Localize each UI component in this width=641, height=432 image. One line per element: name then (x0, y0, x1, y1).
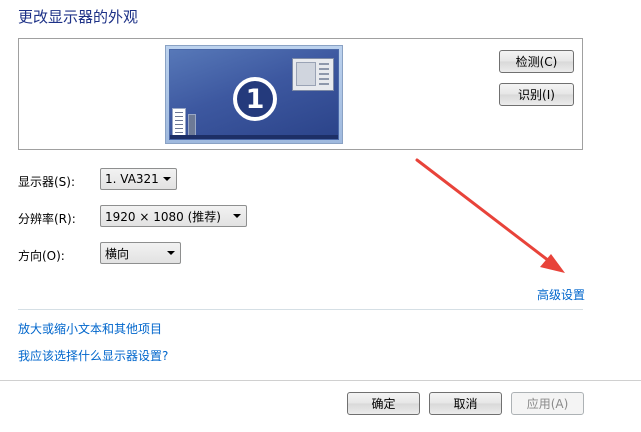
detect-button[interactable]: 检测(C) (499, 50, 574, 73)
page-title: 更改显示器的外观 (18, 8, 139, 26)
footer-divider (0, 380, 641, 381)
advanced-settings-link[interactable]: 高级设置 (537, 286, 585, 303)
resolution-select-value: 1920 × 1080 (推荐) (105, 209, 221, 224)
monitor-screen: 1 (169, 49, 339, 140)
enlarge-text-link[interactable]: 放大或缩小文本和其他项目 (18, 320, 162, 337)
resolution-label: 分辨率(R): (18, 212, 76, 226)
which-display-settings-link[interactable]: 我应该选择什么显示器设置? (18, 347, 168, 364)
annotation-arrow-shaft (415, 158, 555, 266)
display-select[interactable]: 1. VA321 (100, 168, 177, 190)
section-divider (18, 309, 583, 310)
chevron-down-icon (233, 214, 241, 218)
resolution-select[interactable]: 1920 × 1080 (推荐) (100, 205, 247, 227)
monitor-number-badge: 1 (233, 77, 277, 121)
screen-window-graphic (292, 58, 334, 91)
annotation-arrow-head (540, 254, 565, 273)
display-label: 显示器(S): (18, 175, 76, 189)
monitor-1-thumbnail[interactable]: 1 (165, 45, 343, 144)
screen-sidebar-graphic (172, 108, 186, 138)
cancel-button[interactable]: 取消 (429, 392, 502, 415)
orientation-select[interactable]: 横向 (100, 242, 181, 264)
ok-button[interactable]: 确定 (347, 392, 420, 415)
monitor-preview-panel: 1 检测(C) 识别(I) (18, 38, 583, 150)
chevron-down-icon (163, 177, 171, 181)
identify-button[interactable]: 识别(I) (499, 83, 574, 106)
orientation-select-value: 横向 (105, 246, 130, 261)
display-select-value: 1. VA321 (105, 172, 159, 186)
chevron-down-icon (167, 251, 175, 255)
screen-panel-graphic (188, 114, 196, 136)
apply-button[interactable]: 应用(A) (511, 392, 584, 415)
screen-taskbar-graphic (170, 135, 338, 139)
orientation-label: 方向(O): (18, 249, 65, 263)
